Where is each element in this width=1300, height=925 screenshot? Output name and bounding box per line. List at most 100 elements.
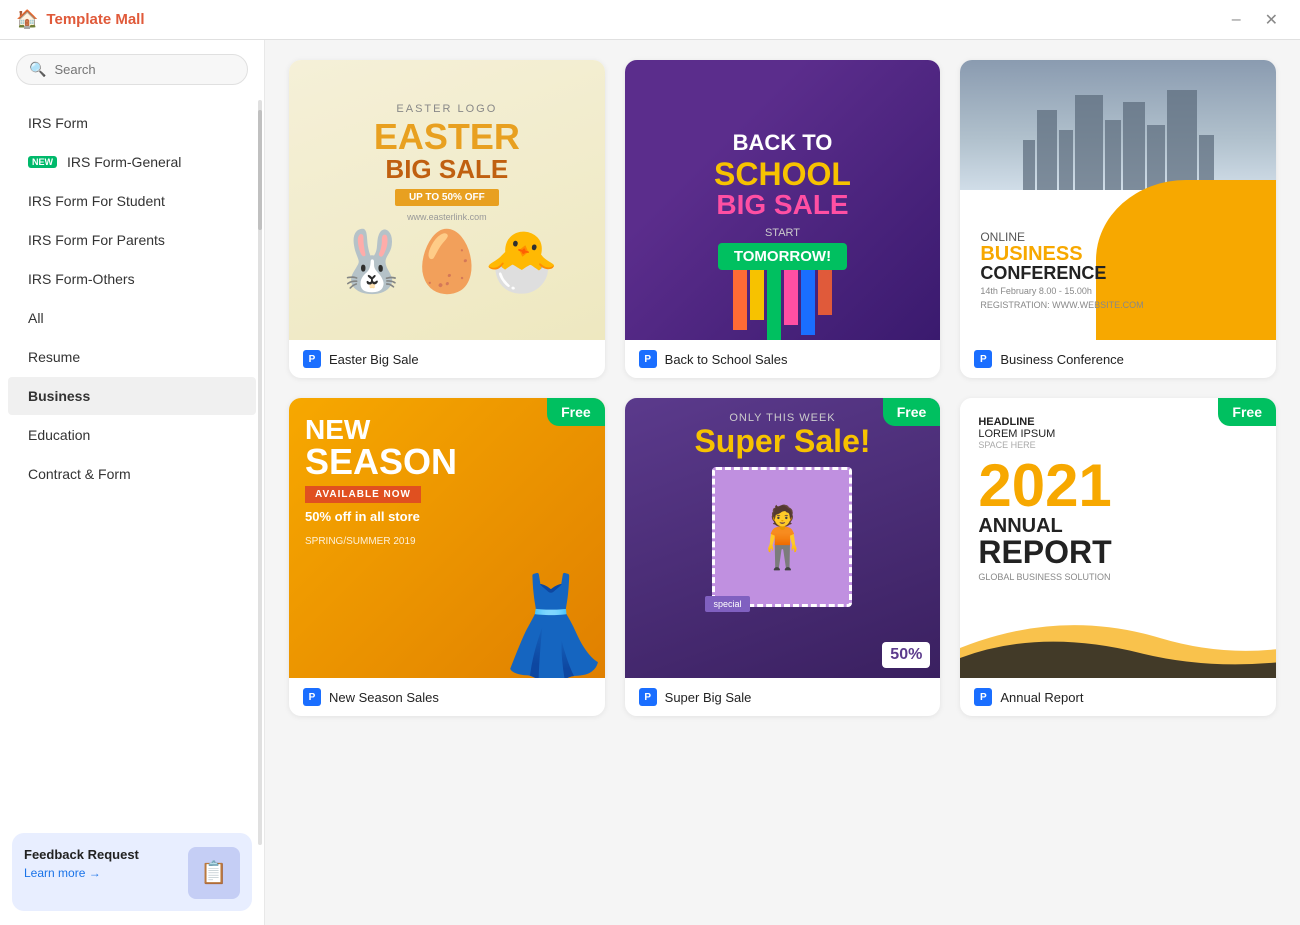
annual-annual-text: ANNUAL: [978, 516, 1258, 536]
conf-business-text: BUSINESS: [980, 244, 1143, 264]
template-card-conference[interactable]: ONLINE BUSINESS CONFERENCE 14th February…: [960, 60, 1276, 378]
feedback-link[interactable]: Learn more →: [24, 866, 180, 880]
school-back-text: BACK TO: [714, 130, 851, 156]
supersale-person-icon: 🧍: [745, 502, 820, 573]
free-badge-annual: Free: [1218, 398, 1276, 426]
sidebar-item-label: IRS Form: [28, 115, 88, 131]
easter-url-text: www.easterlink.com: [407, 212, 487, 222]
template-footer-school: P Back to School Sales: [625, 340, 941, 378]
search-icon: 🔍: [29, 61, 46, 78]
template-name-school: Back to School Sales: [665, 352, 788, 367]
search-input[interactable]: [54, 62, 235, 77]
sidebar-item-irs-form[interactable]: IRS Form: [8, 104, 256, 142]
template-card-easter[interactable]: EASTER LOGO EASTER BIG SALE UP TO 50% OF…: [289, 60, 605, 378]
template-card-season[interactable]: Free NEW SEASON AVAILABLE NOW 50% off in…: [289, 398, 605, 716]
title-bar-left: 🏠 Template Mall: [16, 9, 145, 30]
sidebar-item-label: All: [28, 310, 44, 326]
template-footer-conference: P Business Conference: [960, 340, 1276, 378]
conf-text: ONLINE BUSINESS CONFERENCE 14th February…: [980, 230, 1143, 310]
sidebar-item-irs-form-others[interactable]: IRS Form-Others: [8, 260, 256, 298]
template-type-icon: P: [974, 350, 992, 368]
school-content: BACK TO SCHOOL BIG SALE START TOMORROW!: [702, 118, 863, 282]
template-name-easter: Easter Big Sale: [329, 352, 419, 367]
easter-big-text: EASTER: [374, 119, 520, 155]
sidebar-item-label: Education: [28, 427, 90, 443]
season-fifty-text: 50% off in all store: [305, 509, 420, 524]
template-type-icon: P: [639, 350, 657, 368]
template-thumbnail-school: BACK TO SCHOOL BIG SALE START TOMORROW!: [625, 60, 941, 340]
template-thumbnail-annual: Free HEADLINE LOREM IPSUM SPACE HERE 202…: [960, 398, 1276, 678]
conf-conference-text: CONFERENCE: [980, 264, 1143, 282]
sidebar-item-label: IRS Form For Student: [28, 193, 165, 209]
school-bigsale-text: BIG SALE: [714, 190, 851, 221]
sidebar-item-business[interactable]: Business: [8, 377, 256, 415]
template-name-supersale: Super Big Sale: [665, 690, 752, 705]
app-window: 🏠 Template Mall – ✕ 🔍 IRS Form new: [0, 0, 1300, 925]
template-card-annual[interactable]: Free HEADLINE LOREM IPSUM SPACE HERE 202…: [960, 398, 1276, 716]
template-thumbnail-easter: EASTER LOGO EASTER BIG SALE UP TO 50% OF…: [289, 60, 605, 340]
app-title: Template Mall: [46, 11, 144, 28]
sidebar-item-all[interactable]: All: [8, 299, 256, 337]
template-footer-easter: P Easter Big Sale: [289, 340, 605, 378]
conf-buildings: [1023, 90, 1214, 190]
season-available-text: AVAILABLE NOW: [305, 486, 421, 503]
season-spring-text: SPRING/SUMMER 2019: [305, 536, 416, 547]
easter-big-sale-text: BIG SALE: [385, 155, 508, 184]
sidebar-item-irs-form-general[interactable]: new IRS Form-General: [8, 143, 256, 181]
bunny-icon: 🐰🥚🐣: [335, 226, 559, 297]
sidebar-scrollbar-thumb: [258, 110, 262, 230]
feedback-card: Feedback Request Learn more → 📋: [12, 833, 252, 911]
feedback-text: Feedback Request Learn more →: [24, 847, 180, 880]
free-badge-supersale: Free: [883, 398, 941, 426]
template-card-school[interactable]: BACK TO SCHOOL BIG SALE START TOMORROW!: [625, 60, 941, 378]
easter-logo-text: EASTER LOGO: [396, 103, 497, 115]
template-name-annual: Annual Report: [1000, 690, 1083, 705]
template-name-conference: Business Conference: [1000, 352, 1124, 367]
sidebar-item-label: Resume: [28, 349, 80, 365]
conf-online-text: ONLINE: [980, 230, 1143, 244]
search-bar[interactable]: 🔍: [16, 54, 248, 85]
school-school-text: SCHOOL: [714, 158, 851, 190]
sidebar: 🔍 IRS Form new IRS Form-General IRS Form…: [0, 40, 265, 925]
template-footer-annual: P Annual Report: [960, 678, 1276, 716]
sidebar-item-label: IRS Form-Others: [28, 271, 135, 287]
supersale-person-box: 🧍 special: [712, 467, 852, 607]
annual-wave-svg: [960, 598, 1276, 678]
content-area: EASTER LOGO EASTER BIG SALE UP TO 50% OF…: [265, 40, 1300, 925]
main-layout: 🔍 IRS Form new IRS Form-General IRS Form…: [0, 40, 1300, 925]
sidebar-item-resume[interactable]: Resume: [8, 338, 256, 376]
minimize-button[interactable]: –: [1226, 8, 1247, 32]
supersale-fifty-badge: 50%: [882, 642, 930, 668]
sidebar-item-education[interactable]: Education: [8, 416, 256, 454]
templates-grid: EASTER LOGO EASTER BIG SALE UP TO 50% OF…: [289, 60, 1276, 716]
sidebar-item-irs-form-parents[interactable]: IRS Form For Parents: [8, 221, 256, 259]
easter-offer-text: UP TO 50% OFF: [395, 189, 499, 206]
conf-date-text: 14th February 8.00 - 15.00h: [980, 286, 1143, 296]
sidebar-item-label: Business: [28, 388, 90, 404]
sidebar-item-contract-form[interactable]: Contract & Form: [8, 455, 256, 493]
survey-icon: 📋: [200, 860, 227, 886]
template-footer-season: P New Season Sales: [289, 678, 605, 716]
annual-headline-text: HEADLINE: [978, 416, 1258, 428]
sidebar-item-irs-form-student[interactable]: IRS Form For Student: [8, 182, 256, 220]
nav-section: IRS Form new IRS Form-General IRS Form F…: [0, 95, 264, 823]
school-start-text: START: [714, 227, 851, 239]
home-icon: 🏠: [16, 9, 38, 30]
feedback-title: Feedback Request: [24, 847, 180, 862]
template-card-supersale[interactable]: Free ONLY THIS WEEK Super Sale! 🧍 specia…: [625, 398, 941, 716]
season-person-icon: 👗: [490, 578, 605, 678]
sidebar-scrollbar[interactable]: [258, 100, 262, 845]
close-button[interactable]: ✕: [1259, 8, 1284, 32]
sidebar-item-label: IRS Form-General: [67, 154, 181, 170]
template-footer-supersale: P Super Big Sale: [625, 678, 941, 716]
template-thumbnail-supersale: Free ONLY THIS WEEK Super Sale! 🧍 specia…: [625, 398, 941, 678]
conf-reg-text: REGISTRATION: WWW.WEBSITE.COM: [980, 300, 1143, 310]
supersale-special-tag: special: [705, 596, 749, 612]
template-thumbnail-season: Free NEW SEASON AVAILABLE NOW 50% off in…: [289, 398, 605, 678]
sidebar-item-label: Contract & Form: [28, 466, 131, 482]
school-tomorrow-text: TOMORROW!: [718, 243, 847, 270]
template-type-icon: P: [303, 350, 321, 368]
template-thumbnail-conference: ONLINE BUSINESS CONFERENCE 14th February…: [960, 60, 1276, 340]
season-season-text: SEASON: [305, 444, 457, 480]
template-type-icon: P: [639, 688, 657, 706]
